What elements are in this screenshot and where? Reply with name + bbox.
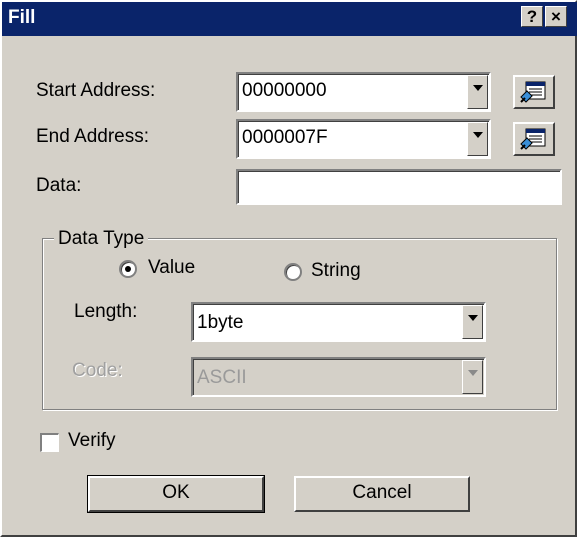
window-title: Fill (8, 7, 36, 28)
fill-dialog: Fill ? × Start Address: 00000000 End Add… (0, 0, 577, 537)
end-address-combo[interactable]: 0000007F (236, 119, 491, 159)
verify-checkbox[interactable] (40, 433, 59, 452)
data-type-title: Data Type (54, 228, 149, 250)
start-address-browse-button[interactable] (513, 75, 555, 109)
data-input[interactable] (236, 169, 562, 205)
length-dropdown-button[interactable] (462, 305, 483, 339)
data-label: Data: (36, 175, 82, 196)
length-label: Length: (74, 301, 138, 322)
string-radio[interactable] (284, 263, 302, 281)
code-label: Code: (72, 360, 123, 381)
title-bar[interactable]: Fill ? × (2, 2, 577, 36)
end-address-dropdown-button[interactable] (467, 122, 488, 156)
close-button[interactable]: × (545, 6, 567, 27)
value-radio[interactable] (119, 260, 137, 278)
value-radio-label[interactable]: Value (148, 257, 195, 279)
string-radio-label[interactable]: String (311, 260, 361, 282)
length-select[interactable]: 1byte (191, 302, 486, 342)
address-browse-icon (520, 128, 546, 150)
code-dropdown-button (462, 360, 483, 394)
end-address-label: End Address: (36, 126, 150, 147)
code-select: ASCII (191, 357, 486, 397)
ok-button[interactable]: OK (87, 475, 265, 513)
end-address-value: 0000007F (242, 127, 328, 148)
start-address-combo[interactable]: 00000000 (236, 72, 491, 112)
code-value: ASCII (197, 367, 247, 388)
start-address-label: Start Address: (36, 80, 156, 101)
radio-selected-dot (125, 266, 131, 272)
end-address-browse-button[interactable] (513, 122, 555, 156)
length-value: 1byte (197, 312, 244, 333)
help-button[interactable]: ? (521, 6, 543, 27)
verify-label[interactable]: Verify (68, 430, 116, 452)
address-browse-icon (520, 81, 546, 103)
start-address-dropdown-button[interactable] (467, 75, 488, 109)
start-address-value: 00000000 (242, 80, 327, 101)
cancel-button[interactable]: Cancel (294, 476, 470, 512)
